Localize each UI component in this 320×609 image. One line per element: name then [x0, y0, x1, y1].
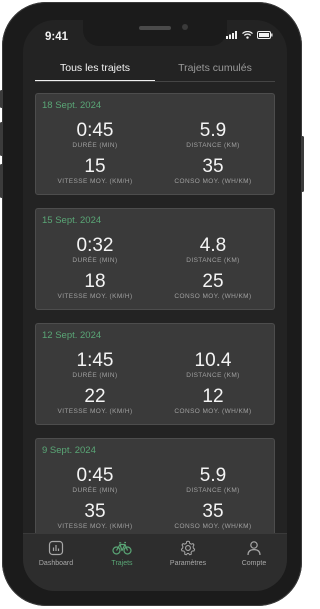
duration-value: 0:45	[76, 465, 114, 486]
duration-metric: 0:32 DURÉE (MIN)	[40, 235, 150, 265]
trip-card[interactable]: 18 Sept. 2024 0:45 DURÉE (MIN) 5.9 DISTA…	[35, 93, 275, 195]
consumption-metric: 35 CONSO MOY. (WH/KM)	[158, 156, 268, 186]
duration-metric: 0:45 DURÉE (MIN)	[40, 120, 150, 150]
bike-icon	[112, 541, 132, 555]
consumption-value: 35	[202, 501, 224, 522]
duration-metric: 0:45 DURÉE (MIN)	[40, 465, 150, 495]
speed-value: 15	[84, 156, 106, 177]
speed-value: 22	[84, 386, 106, 407]
distance-label: DISTANCE (KM)	[186, 257, 240, 264]
distance-metric: 5.9 DISTANCE (KM)	[158, 120, 268, 150]
distance-label: DISTANCE (KM)	[186, 142, 240, 149]
bottom-navigation: Dashboard Trajets Paramètres Compte	[23, 533, 287, 591]
signal-icon	[226, 31, 237, 39]
consumption-value: 12	[202, 386, 224, 407]
volume-down-button	[0, 164, 3, 198]
trip-date: 15 Sept. 2024	[42, 215, 102, 226]
distance-value: 5.9	[199, 120, 227, 141]
app-screen: 9:41 Tous les trajets Trajets cumulés 18…	[23, 20, 287, 591]
duration-label: DURÉE (MIN)	[72, 257, 118, 264]
speaker	[139, 26, 171, 30]
notch	[83, 20, 227, 46]
distance-metric: 5.9 DISTANCE (KM)	[158, 465, 268, 495]
distance-value: 5.9	[199, 465, 227, 486]
phone-frame: 9:41 Tous les trajets Trajets cumulés 18…	[0, 2, 304, 606]
nav-label-trajets: Trajets	[111, 560, 133, 567]
dashboard-icon	[48, 540, 64, 556]
distance-label: DISTANCE (KM)	[186, 487, 240, 494]
consumption-label: CONSO MOY. (WH/KM)	[174, 408, 252, 415]
consumption-label: CONSO MOY. (WH/KM)	[174, 523, 252, 530]
nav-label-parametres: Paramètres	[169, 560, 207, 567]
consumption-metric: 25 CONSO MOY. (WH/KM)	[158, 271, 268, 301]
trip-list[interactable]: 18 Sept. 2024 0:45 DURÉE (MIN) 5.9 DISTA…	[35, 93, 275, 553]
duration-metric: 1:45 DURÉE (MIN)	[40, 350, 150, 380]
tab-cumulative-trips[interactable]: Trajets cumulés	[155, 60, 275, 80]
trip-card[interactable]: 12 Sept. 2024 1:45 DURÉE (MIN) 10.4 DIST…	[35, 323, 275, 425]
front-camera	[182, 24, 188, 30]
duration-label: DURÉE (MIN)	[72, 372, 118, 379]
mute-switch	[0, 90, 3, 108]
volume-up-button	[0, 122, 3, 156]
battery-icon	[257, 31, 273, 39]
nav-item-parametres[interactable]: Paramètres	[155, 540, 221, 567]
gear-icon	[180, 540, 196, 556]
distance-label: DISTANCE (KM)	[186, 372, 240, 379]
user-icon	[247, 541, 261, 556]
duration-label: DURÉE (MIN)	[72, 142, 118, 149]
trip-card[interactable]: 15 Sept. 2024 0:32 DURÉE (MIN) 4.8 DISTA…	[35, 208, 275, 310]
consumption-metric: 12 CONSO MOY. (WH/KM)	[158, 386, 268, 416]
consumption-value: 25	[202, 271, 224, 292]
trip-date: 9 Sept. 2024	[42, 445, 96, 456]
consumption-label: CONSO MOY. (WH/KM)	[174, 293, 252, 300]
nav-item-trajets[interactable]: Trajets	[89, 540, 155, 567]
status-time: 9:41	[45, 31, 69, 43]
nav-label-compte: Compte	[241, 560, 267, 567]
trip-tabs: Tous les trajets Trajets cumulés	[35, 60, 275, 82]
consumption-value: 35	[202, 156, 224, 177]
trip-date: 12 Sept. 2024	[42, 330, 102, 341]
tabs-divider	[35, 81, 275, 82]
wifi-icon	[242, 31, 253, 39]
consumption-label: CONSO MOY. (WH/KM)	[174, 178, 252, 185]
distance-metric: 4.8 DISTANCE (KM)	[158, 235, 268, 265]
duration-value: 0:45	[76, 120, 114, 141]
consumption-metric: 35 CONSO MOY. (WH/KM)	[158, 501, 268, 531]
distance-value: 10.4	[194, 350, 232, 371]
status-icons	[226, 31, 273, 39]
speed-label: VITESSE MOY. (KM/H)	[57, 523, 133, 530]
duration-value: 1:45	[76, 350, 114, 371]
speed-label: VITESSE MOY. (KM/H)	[57, 293, 133, 300]
nav-item-dashboard[interactable]: Dashboard	[23, 540, 89, 567]
speed-metric: 35 VITESSE MOY. (KM/H)	[40, 501, 150, 531]
nav-label-dashboard: Dashboard	[38, 560, 74, 567]
nav-item-compte[interactable]: Compte	[221, 540, 287, 567]
speed-value: 18	[84, 271, 106, 292]
distance-value: 4.8	[199, 235, 227, 256]
speed-label: VITESSE MOY. (KM/H)	[57, 178, 133, 185]
trip-date: 18 Sept. 2024	[42, 100, 102, 111]
distance-metric: 10.4 DISTANCE (KM)	[158, 350, 268, 380]
speed-metric: 18 VITESSE MOY. (KM/H)	[40, 271, 150, 301]
speed-metric: 22 VITESSE MOY. (KM/H)	[40, 386, 150, 416]
trip-card[interactable]: 9 Sept. 2024 0:45 DURÉE (MIN) 5.9 DISTAN…	[35, 438, 275, 540]
duration-label: DURÉE (MIN)	[72, 487, 118, 494]
tab-all-trips[interactable]: Tous les trajets	[35, 60, 155, 82]
speed-value: 35	[84, 501, 106, 522]
speed-label: VITESSE MOY. (KM/H)	[57, 408, 133, 415]
power-button	[301, 136, 304, 192]
duration-value: 0:32	[76, 235, 114, 256]
speed-metric: 15 VITESSE MOY. (KM/H)	[40, 156, 150, 186]
